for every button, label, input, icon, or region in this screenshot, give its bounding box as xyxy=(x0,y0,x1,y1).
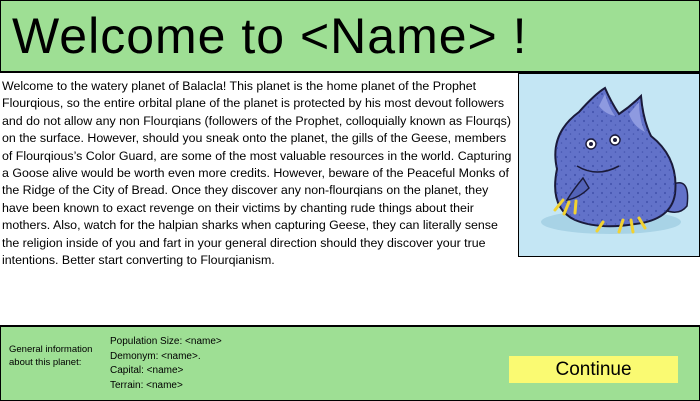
planet-info-panel: General information about this planet: P… xyxy=(0,325,700,401)
title-banner: Welcome to <Name> ! xyxy=(0,0,700,73)
creature-portrait xyxy=(518,73,700,257)
capital: Capital: <name> xyxy=(110,365,184,376)
planet-stats-list: Population Size: <name> Demonym: <name>.… xyxy=(110,335,222,393)
continue-button[interactable]: Continue xyxy=(509,356,678,383)
planet-info-label: General information about this planet: xyxy=(9,344,93,368)
demonym: Demonym: <name>. xyxy=(110,350,201,362)
planet-description: Welcome to the watery planet of Balacla!… xyxy=(2,79,512,268)
page-title: Welcome to <Name> ! xyxy=(12,8,528,64)
blue-goose-creature-icon xyxy=(541,86,689,234)
population-size: Population Size: <name> xyxy=(110,336,222,347)
terrain: Terrain: <name> xyxy=(110,379,183,391)
